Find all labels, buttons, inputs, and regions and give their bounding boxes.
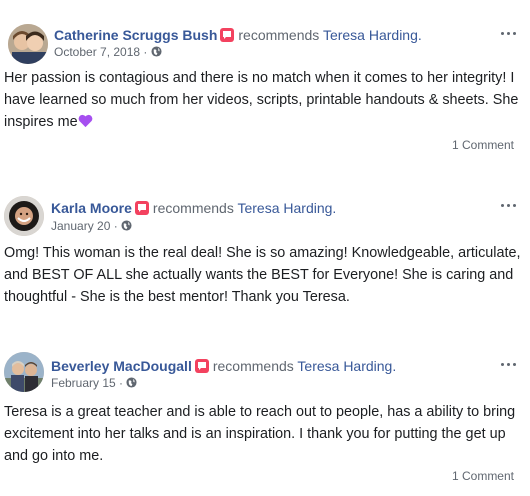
avatar[interactable] bbox=[4, 196, 44, 236]
review-text: Omg! This woman is the real deal! She is… bbox=[4, 245, 521, 305]
comment-count-link[interactable]: 1 Comment bbox=[452, 138, 514, 152]
timestamp-link[interactable]: February 15 · bbox=[51, 376, 123, 390]
post-date: January 20 · bbox=[51, 218, 132, 234]
more-options-icon[interactable] bbox=[500, 28, 520, 38]
review-text: Teresa is a great teacher and is able to… bbox=[4, 404, 516, 464]
recommendation-icon bbox=[134, 201, 149, 215]
review-header: Catherine Scruggs Bush recommends Teresa … bbox=[54, 26, 422, 44]
author-name-link[interactable]: Beverley MacDougall bbox=[51, 358, 192, 374]
review-card: Karla Moore recommends Teresa Harding. Ja… bbox=[0, 178, 530, 318]
review-text: Her passion is contagious and there is n… bbox=[4, 70, 519, 130]
globe-icon bbox=[151, 46, 162, 57]
author-name-link[interactable]: Catherine Scruggs Bush bbox=[54, 27, 217, 43]
page-name-link[interactable]: Teresa Harding. bbox=[323, 27, 422, 43]
post-date: October 7, 2018 · bbox=[54, 44, 162, 60]
recommends-label: recommends bbox=[152, 200, 234, 216]
page-name-link[interactable]: Teresa Harding. bbox=[297, 358, 396, 374]
avatar[interactable] bbox=[4, 352, 44, 392]
review-header: Karla Moore recommends Teresa Harding. bbox=[51, 199, 336, 217]
purple-heart-icon bbox=[78, 114, 92, 128]
comment-count-link[interactable]: 1 Comment bbox=[452, 469, 514, 483]
recommends-label: recommends bbox=[238, 27, 320, 43]
review-header: Beverley MacDougall recommends Teresa Har… bbox=[51, 357, 396, 375]
review-card: Beverley MacDougall recommends Teresa Har… bbox=[0, 335, 530, 496]
author-name-link[interactable]: Karla Moore bbox=[51, 200, 132, 216]
page-name-link[interactable]: Teresa Harding. bbox=[237, 200, 336, 216]
more-options-icon[interactable] bbox=[500, 200, 520, 210]
post-date: February 15 · bbox=[51, 375, 137, 391]
timestamp-link[interactable]: October 7, 2018 · bbox=[54, 45, 147, 59]
avatar[interactable] bbox=[8, 24, 48, 64]
review-card: Catherine Scruggs Bush recommends Teresa … bbox=[0, 0, 530, 160]
recommendation-icon bbox=[220, 28, 235, 42]
recommendation-icon bbox=[194, 359, 209, 373]
recommends-label: recommends bbox=[212, 358, 294, 374]
more-options-icon[interactable] bbox=[500, 359, 520, 369]
timestamp-link[interactable]: January 20 · bbox=[51, 219, 118, 233]
globe-icon bbox=[121, 220, 132, 231]
globe-icon bbox=[126, 377, 137, 388]
